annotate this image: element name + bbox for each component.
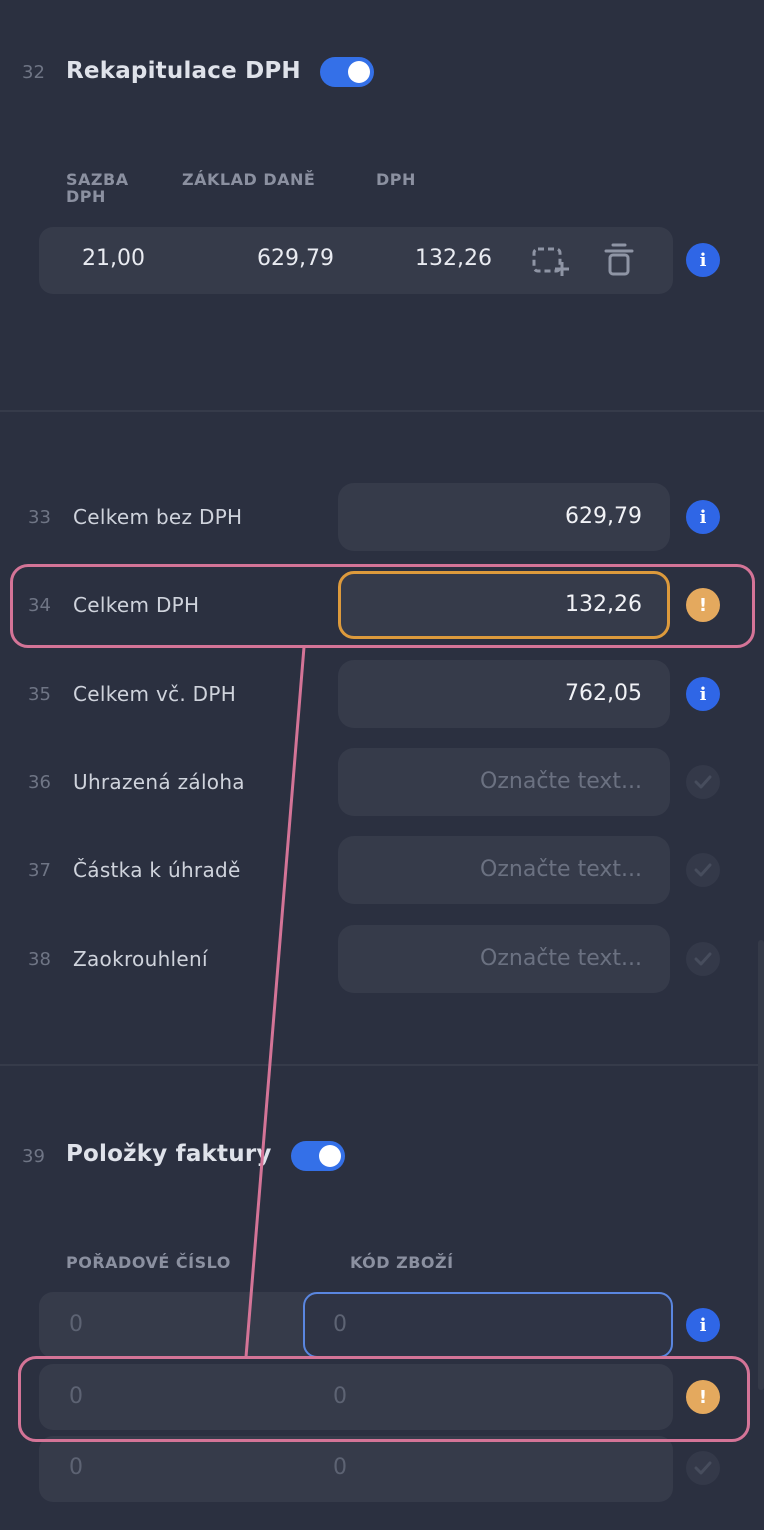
highlight-connector-line	[244, 646, 306, 1358]
scrollbar[interactable]	[758, 940, 764, 1390]
